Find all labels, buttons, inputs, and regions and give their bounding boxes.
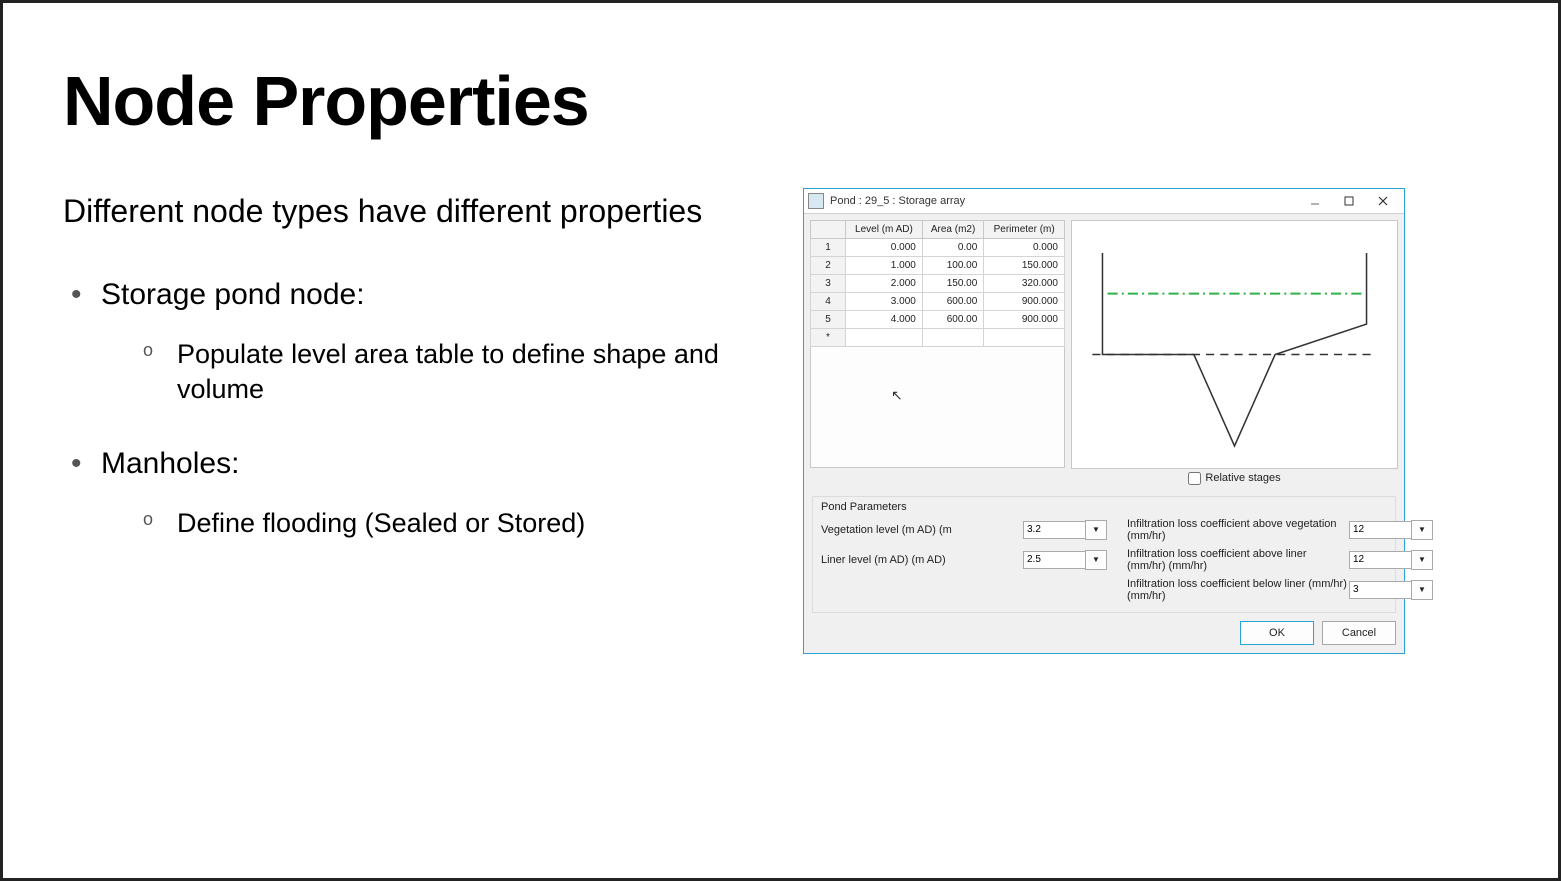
dialog-button-row: OK Cancel [804, 613, 1404, 653]
col-perim: Perimeter (m) [984, 221, 1065, 239]
storage-table-wrap: Level (m AD) Area (m2) Perimeter (m) 1 0… [810, 220, 1065, 488]
col-rownum [811, 221, 846, 239]
bullet-storage-pond-label: Storage pond node: [101, 278, 365, 311]
table-row[interactable]: 1 0.000 0.00 0.000 [811, 239, 1065, 257]
infiltration-above-veg-dropdown[interactable]: ▼ [1411, 520, 1433, 540]
infiltration-above-liner-label: Infiltration loss coefficient above line… [1127, 548, 1347, 572]
cancel-button[interactable]: Cancel [1322, 621, 1396, 645]
infiltration-above-veg-input[interactable] [1349, 521, 1413, 539]
relative-stages-checkbox[interactable] [1188, 472, 1201, 485]
table-row-new[interactable]: * [811, 329, 1065, 347]
col-area: Area (m2) [922, 221, 983, 239]
liner-level-label: Liner level (m AD) (m AD) [821, 554, 1021, 566]
table-row[interactable]: 4 3.000 600.00 900.000 [811, 293, 1065, 311]
liner-level-input[interactable] [1023, 551, 1087, 569]
pond-parameters-title: Pond Parameters [821, 501, 1387, 513]
relative-stages-row: Relative stages [1071, 469, 1398, 488]
infiltration-below-liner-dropdown[interactable]: ▼ [1411, 580, 1433, 600]
liner-level-dropdown[interactable]: ▼ [1085, 550, 1107, 570]
cursor-icon: ↖ [891, 387, 903, 404]
infiltration-above-liner-input[interactable] [1349, 551, 1413, 569]
table-row[interactable]: 2 1.000 100.00 150.000 [811, 257, 1065, 275]
table-empty-area: ↖ [810, 347, 1065, 468]
bullet-storage-pond: Storage pond node: Populate level area t… [63, 278, 803, 407]
close-button[interactable] [1366, 191, 1400, 211]
page-title: Node Properties [63, 61, 803, 141]
ok-button[interactable]: OK [1240, 621, 1314, 645]
dialog-titlebar: Pond : 29_5 : Storage array [804, 189, 1404, 214]
pond-parameters-group: Pond Parameters Vegetation level (m AD) … [812, 496, 1396, 613]
infiltration-below-liner-input[interactable] [1349, 581, 1413, 599]
infiltration-above-liner-dropdown[interactable]: ▼ [1411, 550, 1433, 570]
vegetation-level-label: Vegetation level (m AD) (m [821, 524, 1021, 536]
bullet-manholes: Manholes: Define flooding (Sealed or Sto… [63, 447, 803, 541]
slide: Node Properties Different node types hav… [0, 0, 1561, 881]
storage-array-dialog: Pond : 29_5 : Storage array [803, 188, 1405, 654]
relative-stages-label: Relative stages [1205, 472, 1280, 484]
vegetation-level-dropdown[interactable]: ▼ [1085, 520, 1107, 540]
sub-bullet-populate: Populate level area table to define shap… [101, 337, 803, 407]
sub-bullet-flooding: Define flooding (Sealed or Stored) [101, 506, 803, 541]
maximize-button[interactable] [1332, 191, 1366, 211]
dialog-column: Pond : 29_5 : Storage array [803, 43, 1498, 838]
infiltration-above-veg-label: Infiltration loss coefficient above vege… [1127, 518, 1347, 542]
app-icon [808, 193, 824, 209]
table-row[interactable]: 3 2.000 150.00 320.000 [811, 275, 1065, 293]
dialog-title: Pond : 29_5 : Storage array [830, 195, 1298, 207]
minimize-button[interactable] [1298, 191, 1332, 211]
storage-table[interactable]: Level (m AD) Area (m2) Perimeter (m) 1 0… [810, 220, 1065, 347]
vegetation-level-input[interactable] [1023, 521, 1087, 539]
table-row[interactable]: 5 4.000 600.00 900.000 [811, 311, 1065, 329]
bullet-manholes-label: Manholes: [101, 447, 239, 480]
col-level: Level (m AD) [846, 221, 923, 239]
infiltration-below-liner-label: Infiltration loss coefficient below line… [1127, 578, 1347, 602]
intro-text: Different node types have different prop… [63, 191, 803, 233]
pond-cross-section-graph [1071, 220, 1398, 469]
text-column: Node Properties Different node types hav… [63, 43, 803, 838]
